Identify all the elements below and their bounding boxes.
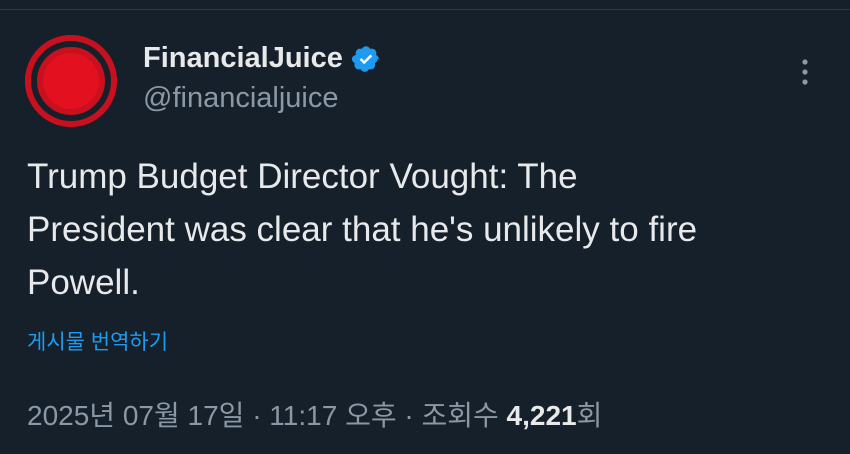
views-suffix: 회 xyxy=(576,400,603,431)
translate-post-link[interactable]: 게시물 번역하기 xyxy=(27,326,168,356)
avatar[interactable] xyxy=(25,35,117,127)
author-handle[interactable]: @financialjuice xyxy=(143,82,338,115)
record-circle-logo-icon xyxy=(25,35,117,127)
timestamp[interactable]: 2025년 07월 17일 · 11:17 오후 · 조회수 xyxy=(27,400,507,431)
tweet-text: Trump Budget Director Vought: The Presid… xyxy=(27,157,698,302)
author-display-name[interactable]: FinancialJuice xyxy=(143,42,343,75)
views-count[interactable]: 4,221 xyxy=(507,400,577,431)
more-options-icon[interactable] xyxy=(795,56,815,88)
tweet-meta: 2025년 07월 17일 · 11:17 오후 · 조회수 4,221회 xyxy=(27,394,602,434)
author-name-row[interactable]: FinancialJuice xyxy=(143,42,381,75)
verified-badge-icon[interactable] xyxy=(351,44,381,74)
top-divider xyxy=(0,9,850,10)
